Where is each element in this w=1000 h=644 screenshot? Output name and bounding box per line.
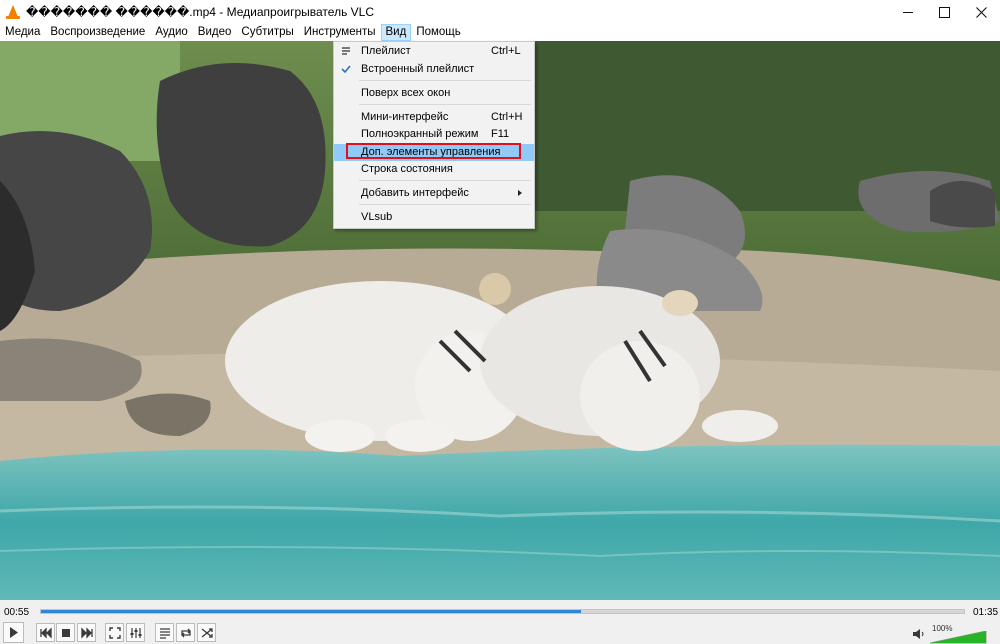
playlist-icon [160,628,170,639]
menu-view[interactable]: Вид [380,24,412,41]
window-title: ������� ������.mp4 - Медиапроигрыватель … [26,5,374,19]
playback-controls: 100% [0,622,1000,644]
fullscreen-icon [109,627,121,639]
menu-item-mini-interface[interactable]: Мини-интерфейс Ctrl+H [334,109,534,126]
menu-item-label: Поверх всех окон [361,87,451,99]
menu-audio[interactable]: Аудио [150,24,192,41]
menu-item-label: Строка состояния [361,163,453,175]
menu-item-shortcut: Ctrl+H [491,111,523,123]
submenu-arrow-icon [518,190,522,196]
menu-item-label: Плейлист [361,45,411,57]
fullscreen-button[interactable] [105,623,124,642]
previous-icon [40,627,52,639]
menu-separator [359,180,531,181]
previous-button[interactable] [36,623,55,642]
menu-separator [359,80,531,81]
close-button[interactable] [963,0,1000,24]
menu-separator [359,104,531,105]
equalizer-icon [130,628,142,638]
menu-item-playlist[interactable]: Плейлист Ctrl+L [334,43,534,60]
menu-media[interactable]: Медиа [0,24,45,41]
seek-progress-fill [41,610,581,613]
window-controls [889,0,1000,24]
annotation-highlight-box [346,143,521,159]
menu-subtitles[interactable]: Субтитры [236,24,298,41]
menu-item-add-interface[interactable]: Добавить интерфейс [334,185,534,202]
volume-slider[interactable] [930,631,988,644]
shuffle-icon [201,628,213,638]
menu-tools[interactable]: Инструменты [299,24,381,41]
menu-bar: Медиа Воспроизведение Аудио Видео Субтит… [0,24,1000,41]
total-time: 01:35 [973,607,999,618]
menu-item-label: VLsub [361,211,393,223]
menu-item-always-on-top[interactable]: Поверх всех окон [334,85,534,102]
checkmark-icon [341,65,351,74]
menu-separator [359,204,531,205]
menu-item-embedded-playlist[interactable]: Встроенный плейлист [334,61,534,78]
menu-item-shortcut: Ctrl+L [491,45,521,57]
menu-item-fullscreen[interactable]: Полноэкранный режим F11 [334,126,534,143]
loop-button[interactable] [176,623,195,642]
elapsed-time: 00:55 [4,607,30,618]
seek-bar-area: 00:55 01:35 [0,600,1000,622]
title-bar: ������� ������.mp4 - Медиапроигрыватель … [0,0,1000,24]
maximize-icon [939,6,950,18]
menu-help[interactable]: Помощь [411,24,465,41]
toggle-playlist-button[interactable] [155,623,174,642]
play-button[interactable] [3,622,24,643]
menu-item-status-bar[interactable]: Строка состояния [334,161,534,178]
loop-icon [181,628,191,638]
play-icon [10,627,18,638]
vlc-cone-icon [6,5,20,19]
menu-playback[interactable]: Воспроизведение [45,24,150,41]
view-menu-dropdown: Плейлист Ctrl+L Встроенный плейлист Пове… [333,41,535,229]
menu-item-shortcut: F11 [491,128,510,140]
menu-item-vlsub[interactable]: VLsub [334,209,534,226]
menu-item-label: Мини-интерфейс [361,111,449,123]
extended-settings-button[interactable] [126,623,145,642]
playlist-icon [342,47,350,55]
speaker-icon[interactable] [912,628,926,640]
shuffle-button[interactable] [197,623,216,642]
next-button[interactable] [77,623,96,642]
close-icon [976,6,987,18]
menu-item-label: Полноэкранный режим [361,128,479,140]
stop-icon [62,629,70,637]
minimize-icon [902,11,913,13]
next-icon [81,627,93,639]
menu-item-label: Встроенный плейлист [361,63,475,75]
stop-button[interactable] [56,623,75,642]
minimize-button[interactable] [889,0,926,24]
maximize-button[interactable] [926,0,963,24]
menu-item-label: Добавить интерфейс [361,187,469,199]
seek-slider[interactable] [40,609,965,614]
menu-video[interactable]: Видео [193,24,237,41]
